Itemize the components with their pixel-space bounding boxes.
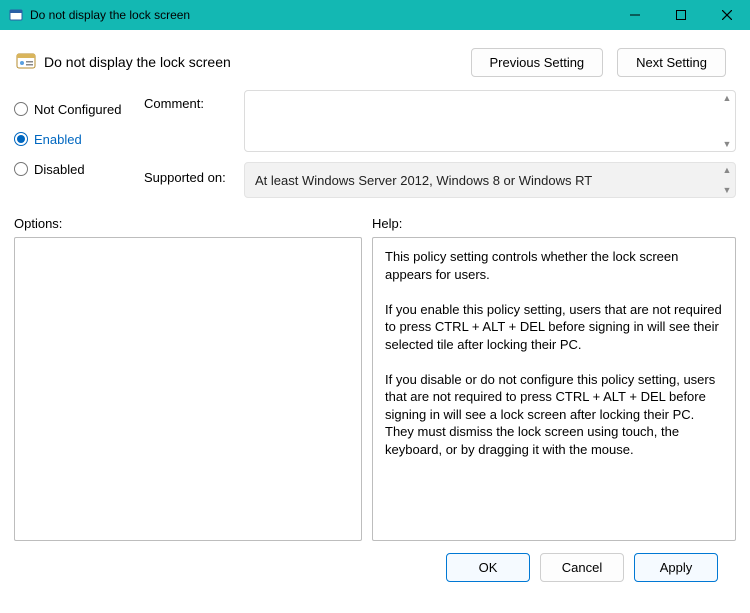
cancel-button[interactable]: Cancel bbox=[540, 553, 624, 582]
radio-icon bbox=[14, 102, 28, 116]
comment-spin-down-icon[interactable]: ▼ bbox=[719, 137, 735, 151]
supported-text: At least Windows Server 2012, Windows 8 … bbox=[255, 173, 592, 188]
options-label: Options: bbox=[14, 216, 362, 231]
next-setting-button[interactable]: Next Setting bbox=[617, 48, 726, 77]
supported-spin-up-icon[interactable]: ▲ bbox=[719, 163, 735, 177]
policy-icon bbox=[14, 50, 38, 74]
help-text: This policy setting controls whether the… bbox=[385, 248, 723, 459]
app-icon bbox=[8, 7, 24, 23]
radio-icon bbox=[14, 132, 28, 146]
policy-title: Do not display the lock screen bbox=[44, 54, 471, 70]
supported-on-field: At least Windows Server 2012, Windows 8 … bbox=[244, 162, 736, 198]
options-panel[interactable] bbox=[14, 237, 362, 541]
help-panel[interactable]: This policy setting controls whether the… bbox=[372, 237, 736, 541]
close-button[interactable] bbox=[704, 0, 750, 30]
radio-icon bbox=[14, 162, 28, 176]
window-title: Do not display the lock screen bbox=[30, 8, 612, 22]
radio-enabled[interactable]: Enabled bbox=[14, 124, 144, 154]
apply-button[interactable]: Apply bbox=[634, 553, 718, 582]
comment-label: Comment: bbox=[144, 90, 244, 162]
comment-spin-up-icon[interactable]: ▲ bbox=[719, 91, 735, 105]
titlebar: Do not display the lock screen bbox=[0, 0, 750, 30]
state-radio-group: Not Configured Enabled Disabled bbox=[14, 90, 144, 198]
minimize-button[interactable] bbox=[612, 0, 658, 30]
previous-setting-button[interactable]: Previous Setting bbox=[471, 48, 604, 77]
radio-disabled[interactable]: Disabled bbox=[14, 154, 144, 184]
help-label: Help: bbox=[372, 216, 736, 231]
dialog-footer: OK Cancel Apply bbox=[14, 541, 736, 582]
radio-label: Not Configured bbox=[34, 102, 121, 117]
supported-label: Supported on: bbox=[144, 162, 244, 198]
comment-input[interactable]: ▲ ▼ bbox=[244, 90, 736, 152]
radio-label: Enabled bbox=[34, 132, 82, 147]
ok-button[interactable]: OK bbox=[446, 553, 530, 582]
maximize-button[interactable] bbox=[658, 0, 704, 30]
radio-not-configured[interactable]: Not Configured bbox=[14, 94, 144, 124]
radio-label: Disabled bbox=[34, 162, 85, 177]
header-row: Do not display the lock screen Previous … bbox=[14, 40, 736, 84]
supported-spin-down-icon[interactable]: ▼ bbox=[719, 183, 735, 197]
